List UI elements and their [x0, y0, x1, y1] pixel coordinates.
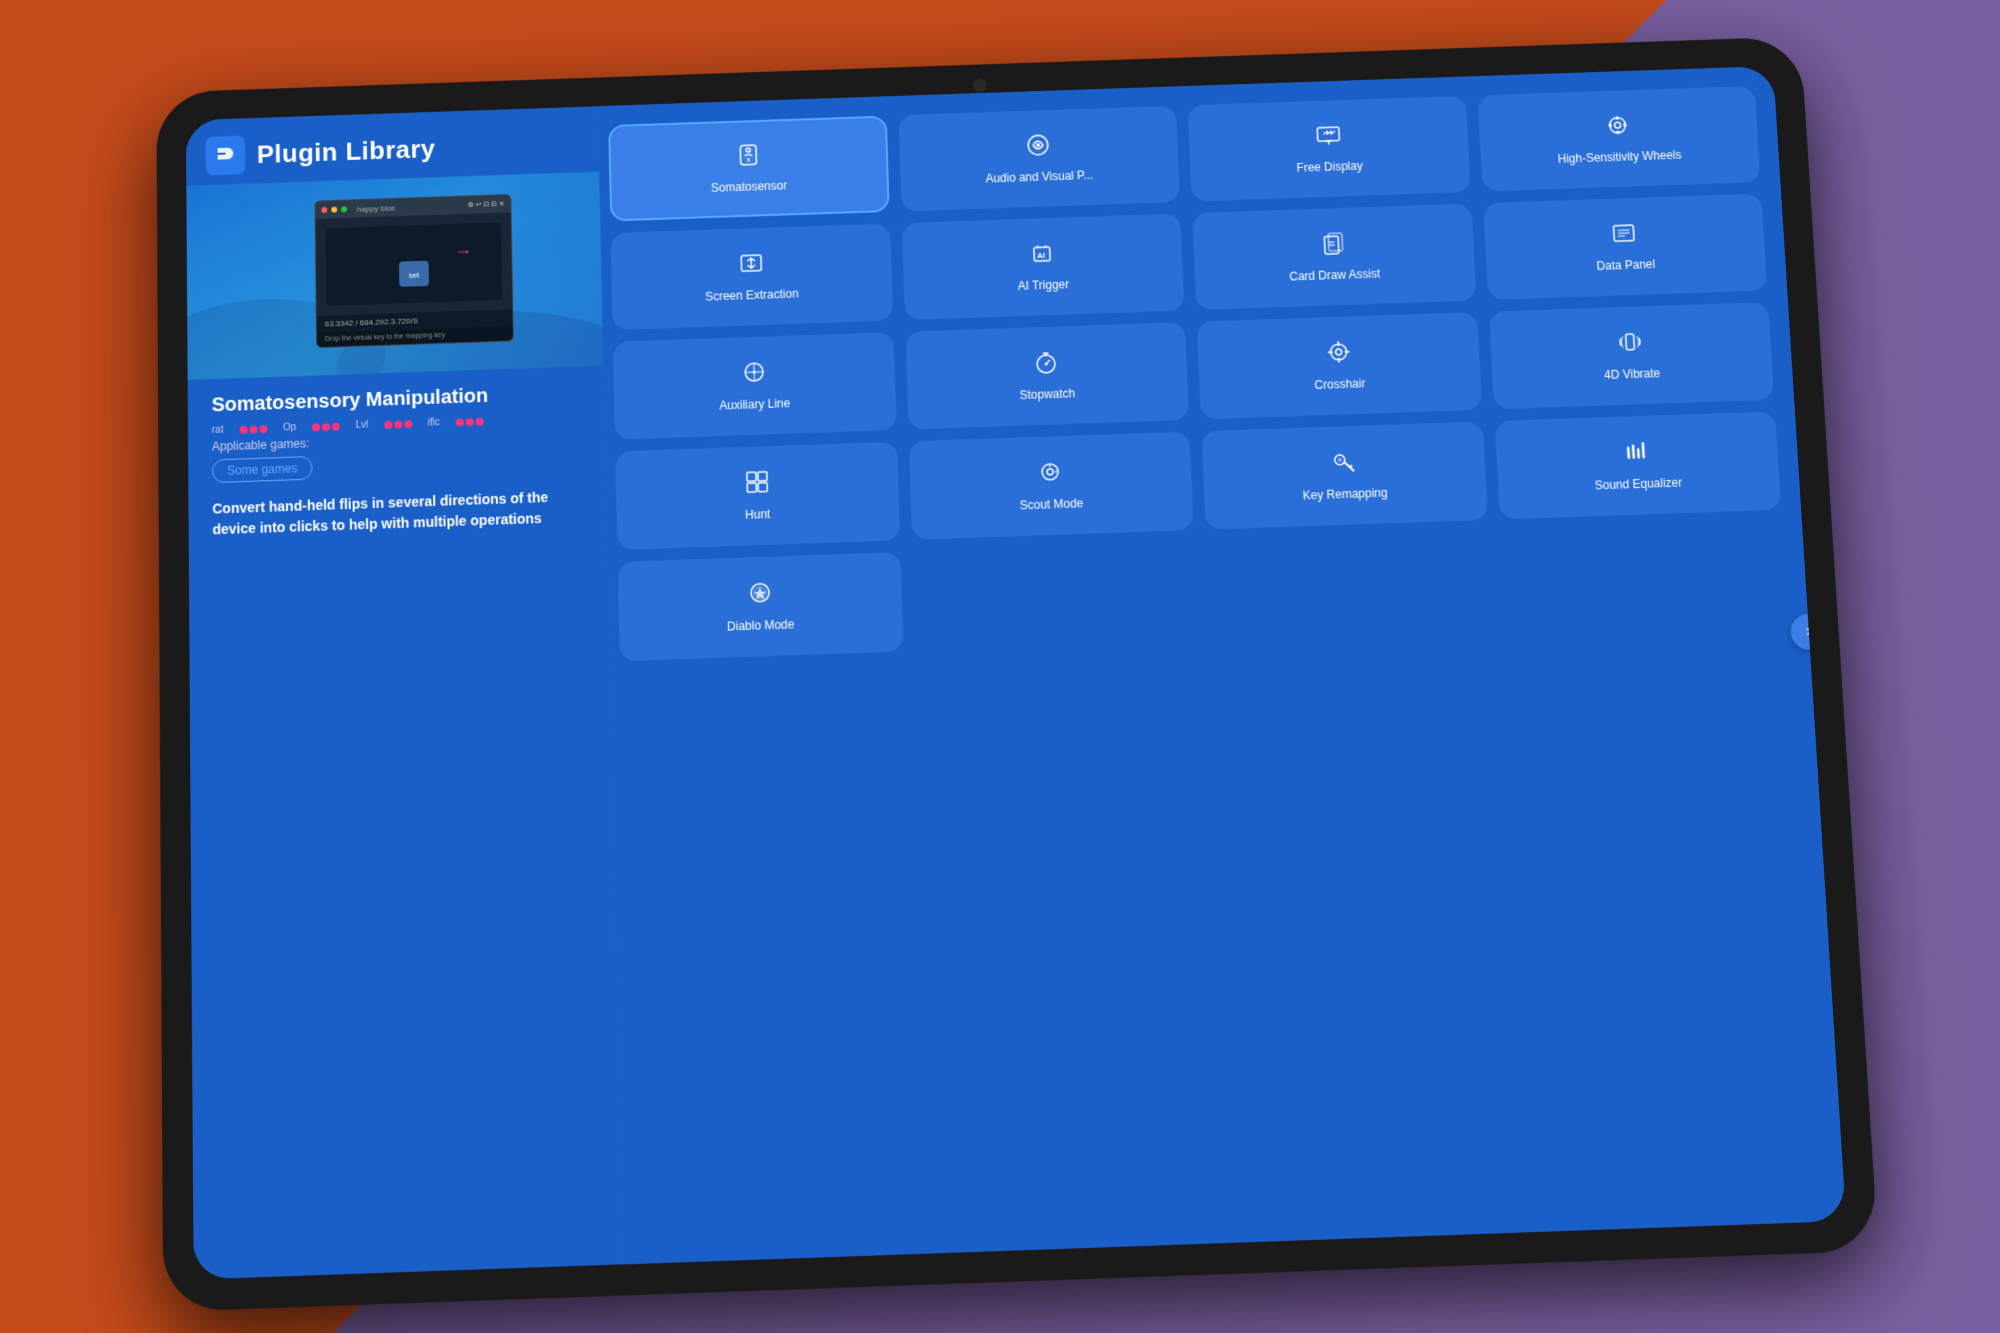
card-draw-icon [1319, 229, 1348, 261]
screen-extraction-icon [737, 249, 765, 281]
audio-visual-icon [1024, 131, 1053, 163]
plugin-card-free-display[interactable]: Free Display [1188, 96, 1471, 202]
plugin-name-high-sensitivity: High-Sensitivity Wheels [1557, 148, 1682, 167]
plugin-name-4d-vibrate: 4D Vibrate [1604, 367, 1661, 384]
auxiliary-line-icon [740, 358, 769, 390]
info-section: Somatosensory Manipulation rat Op Lvl [188, 366, 623, 1280]
plugin-card-data-panel[interactable]: Data Panel [1483, 194, 1768, 300]
plugin-name-stopwatch: Stopwatch [1019, 387, 1075, 404]
free-display-icon [1314, 121, 1343, 153]
plugin-name-screen-extraction: Screen Extraction [705, 287, 799, 305]
scout-mode-icon [1036, 458, 1065, 490]
plugin-grid: Somatosensor Audio and Visual P... [608, 86, 1788, 661]
diablo-mode-icon [745, 579, 774, 612]
plugin-card-crosshair[interactable]: Crosshair [1197, 312, 1482, 419]
camera [973, 79, 987, 93]
plugin-card-high-sensitivity[interactable]: High-Sensitivity Wheels [1477, 86, 1760, 192]
somatosensor-icon [734, 141, 762, 173]
plugin-card-stopwatch[interactable]: Stopwatch [905, 322, 1189, 429]
svg-text:AI: AI [1037, 251, 1045, 260]
plugin-name-data-panel: Data Panel [1596, 258, 1655, 275]
plugin-name-hunt: Hunt [745, 507, 771, 523]
plugin-name-auxiliary-line: Auxiliary Line [719, 397, 790, 415]
plugin-card-auxiliary-line[interactable]: Auxiliary Line [613, 332, 896, 439]
right-panel[interactable]: › Somatosensor [598, 66, 1846, 1264]
sound-equalizer-icon [1622, 438, 1652, 470]
tablet-screen: Plugin Library [186, 66, 1846, 1279]
high-sensitivity-icon [1603, 112, 1632, 144]
plugin-name-free-display: Free Display [1296, 159, 1363, 176]
plugin-card-scout-mode[interactable]: Scout Mode [908, 432, 1193, 540]
plugin-name-crosshair: Crosshair [1314, 377, 1366, 394]
crosshair-icon [1324, 338, 1353, 370]
plugin-card-key-remapping[interactable]: Key Remapping [1201, 421, 1487, 529]
plugin-card-audio-visual[interactable]: Audio and Visual P... [898, 106, 1180, 212]
data-panel-icon [1609, 219, 1638, 251]
preview-area: happy blue ⚙ ↩ ⊡ ⊟ ✕ → [186, 172, 603, 380]
plugin-card-hunt[interactable]: Hunt [615, 442, 899, 550]
expand-arrow[interactable]: › [1790, 613, 1828, 650]
key-remapping-icon [1329, 448, 1358, 480]
plugin-name-diablo-mode: Diablo Mode [727, 618, 795, 636]
hunt-icon [743, 468, 772, 500]
plugin-card-4d-vibrate[interactable]: 4D Vibrate [1488, 302, 1774, 409]
page-title: Plugin Library [257, 133, 436, 169]
logo [206, 136, 246, 176]
plugin-name-sound-equalizer: Sound Equalizer [1594, 476, 1682, 494]
plugin-name-key-remapping: Key Remapping [1302, 486, 1388, 504]
left-panel: Plugin Library [186, 106, 623, 1279]
ai-trigger-icon: AI [1028, 239, 1057, 271]
stopwatch-icon [1032, 348, 1061, 380]
plugin-card-card-draw[interactable]: Card Draw Assist [1192, 204, 1476, 310]
preview-popup: happy blue ⚙ ↩ ⊡ ⊟ ✕ → [314, 194, 513, 348]
plugin-card-sound-equalizer[interactable]: Sound Equalizer [1494, 411, 1781, 519]
plugin-card-screen-extraction[interactable]: Screen Extraction [610, 223, 892, 330]
plugin-card-ai-trigger[interactable]: AI AI Trigger [901, 214, 1184, 321]
plugin-name-audio-visual: Audio and Visual P... [985, 168, 1093, 187]
games-badge[interactable]: Some games [212, 456, 312, 483]
plugin-name-somatosensor: Somatosensor [711, 179, 787, 197]
tablet-device: Plugin Library [156, 37, 1878, 1312]
plugin-card-somatosensor[interactable]: Somatosensor [608, 116, 889, 222]
plugin-name-ai-trigger: AI Trigger [1018, 278, 1070, 295]
4d-vibrate-icon [1616, 328, 1645, 360]
plugin-title: Somatosensory Manipulation [212, 382, 581, 417]
plugin-name-scout-mode: Scout Mode [1019, 497, 1083, 515]
description: Convert hand-held flips in several direc… [212, 486, 583, 540]
plugin-card-diablo-mode[interactable]: Diablo Mode [618, 552, 904, 661]
plugin-name-card-draw: Card Draw Assist [1289, 267, 1380, 285]
